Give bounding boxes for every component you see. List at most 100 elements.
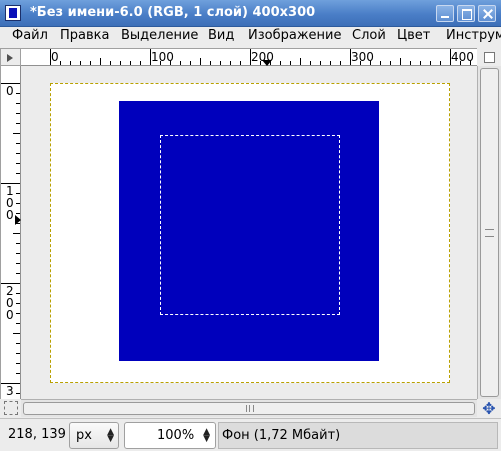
title-bar: *Без имени-6.0 (RGB, 1 слой) 400x300: [0, 0, 501, 27]
menu-bar: Файл Правка Выделение Вид Изображение Сл…: [0, 27, 501, 47]
unit-selector[interactable]: px ▲ ▼: [69, 422, 119, 449]
ruler-tick: [16, 243, 20, 244]
ruler-tick: [430, 61, 431, 65]
horizontal-ruler[interactable]: 0 100 200 300 400: [21, 48, 477, 66]
ruler-tick: [50, 49, 51, 65]
minimize-button[interactable]: [436, 5, 454, 22]
ruler-tick: [100, 58, 101, 65]
ruler-tick: [130, 61, 131, 65]
ruler-tick: [16, 123, 20, 124]
menu-view[interactable]: Вид: [208, 28, 234, 43]
ruler-tick: [80, 61, 81, 65]
ruler-tick: [1, 383, 20, 384]
ruler-corner-menu-button[interactable]: [0, 48, 21, 66]
menu-layer[interactable]: Слой: [352, 28, 386, 43]
ruler-tick: [290, 61, 291, 65]
ruler-tick: [440, 61, 441, 65]
ruler-tick: [16, 113, 20, 114]
close-button[interactable]: [478, 5, 496, 22]
ruler-tick: [470, 61, 471, 65]
vertical-ruler[interactable]: 0 100 200 3: [0, 66, 21, 399]
vertical-scroll-thumb[interactable]: [480, 68, 499, 397]
ruler-tick: [16, 263, 20, 264]
pointer-coordinates: 218, 139: [8, 427, 66, 442]
ruler-tick: [310, 61, 311, 65]
ruler-tick: [60, 61, 61, 65]
menu-edit[interactable]: Правка: [60, 28, 109, 43]
window-title: *Без имени-6.0 (RGB, 1 слой) 400x300: [30, 5, 316, 20]
horizontal-scroll-thumb[interactable]: [23, 402, 475, 415]
ruler-tick: [16, 313, 20, 314]
selection-marquee[interactable]: [160, 135, 340, 315]
ruler-tick: [140, 61, 141, 65]
ruler-label: 0: [51, 50, 59, 64]
ruler-tick: [16, 343, 20, 344]
ruler-tick: [360, 61, 361, 65]
ruler-tick: [260, 61, 261, 65]
ruler-tick: [230, 61, 231, 65]
ruler-label: 0: [6, 84, 14, 98]
vertical-scrollbar[interactable]: [477, 66, 501, 399]
navigate-icon[interactable]: ✥: [480, 400, 498, 418]
horizontal-scrollbar[interactable]: [21, 399, 477, 417]
maximize-button[interactable]: [457, 5, 475, 22]
ruler-tick: [390, 61, 391, 65]
ruler-tick: [16, 393, 20, 394]
ruler-tick: [160, 61, 161, 65]
image-canvas[interactable]: [50, 83, 450, 383]
ruler-tick: [16, 193, 20, 194]
ruler-tick: [16, 203, 20, 204]
menu-file[interactable]: Файл: [12, 28, 48, 43]
grip-icon: [485, 229, 494, 237]
ruler-tick: [340, 61, 341, 65]
ruler-tick: [16, 363, 20, 364]
menu-select[interactable]: Выделение: [121, 28, 198, 43]
zoom-value: 100%: [157, 428, 195, 443]
ruler-tick: [16, 153, 20, 154]
ruler-tick: [420, 61, 421, 65]
ruler-tick: [450, 49, 451, 65]
ruler-tick: [16, 103, 20, 104]
ruler-tick: [13, 333, 20, 334]
ruler-tick: [16, 173, 20, 174]
status-message-area: Фон (1,72 Мбайт): [218, 422, 498, 449]
ruler-tick: [240, 61, 241, 65]
ruler-tick: [16, 253, 20, 254]
ruler-tick: [1, 283, 20, 284]
ruler-tick: [13, 233, 20, 234]
ruler-tick: [16, 93, 20, 94]
ruler-tick: [1, 83, 20, 84]
ruler-tick: [16, 303, 20, 304]
ruler-tick: [13, 133, 20, 134]
canvas-area[interactable]: [21, 66, 477, 399]
spin-arrows-icon: ▲ ▼: [107, 427, 114, 444]
ruler-tick: [330, 61, 331, 65]
image-window-icon[interactable]: [5, 5, 21, 21]
ruler-tick: [120, 61, 121, 65]
ruler-tick: [16, 143, 20, 144]
ruler-tick: [150, 49, 151, 65]
ruler-tick: [380, 61, 381, 65]
ruler-tick: [400, 58, 401, 65]
menu-colors[interactable]: Цвет: [397, 28, 430, 43]
ruler-tick: [16, 373, 20, 374]
quick-mask-toggle-icon[interactable]: [4, 401, 18, 415]
ruler-tick: [16, 213, 20, 214]
ruler-tick: [350, 49, 351, 65]
ruler-tick: [170, 61, 171, 65]
zoom-image-when-window-resizes-toggle[interactable]: [477, 48, 501, 66]
unit-value: px: [76, 428, 92, 443]
ruler-tick: [250, 49, 251, 65]
menu-tools[interactable]: Инструм: [446, 28, 501, 43]
ruler-tick: [210, 61, 211, 65]
zoom-combo[interactable]: 100% ▲ ▼: [124, 422, 216, 449]
ruler-label: 3: [6, 384, 14, 398]
grip-icon: [246, 405, 254, 412]
ruler-tick: [90, 61, 91, 65]
ruler-tick: [280, 61, 281, 65]
ruler-tick: [220, 61, 221, 65]
ruler-tick: [16, 273, 20, 274]
menu-image[interactable]: Изображение: [248, 28, 341, 43]
status-bar: 218, 139 px ▲ ▼ 100% ▲ ▼ Фон (1,72 Мбайт): [0, 418, 501, 451]
ruler-tick: [1, 183, 20, 184]
